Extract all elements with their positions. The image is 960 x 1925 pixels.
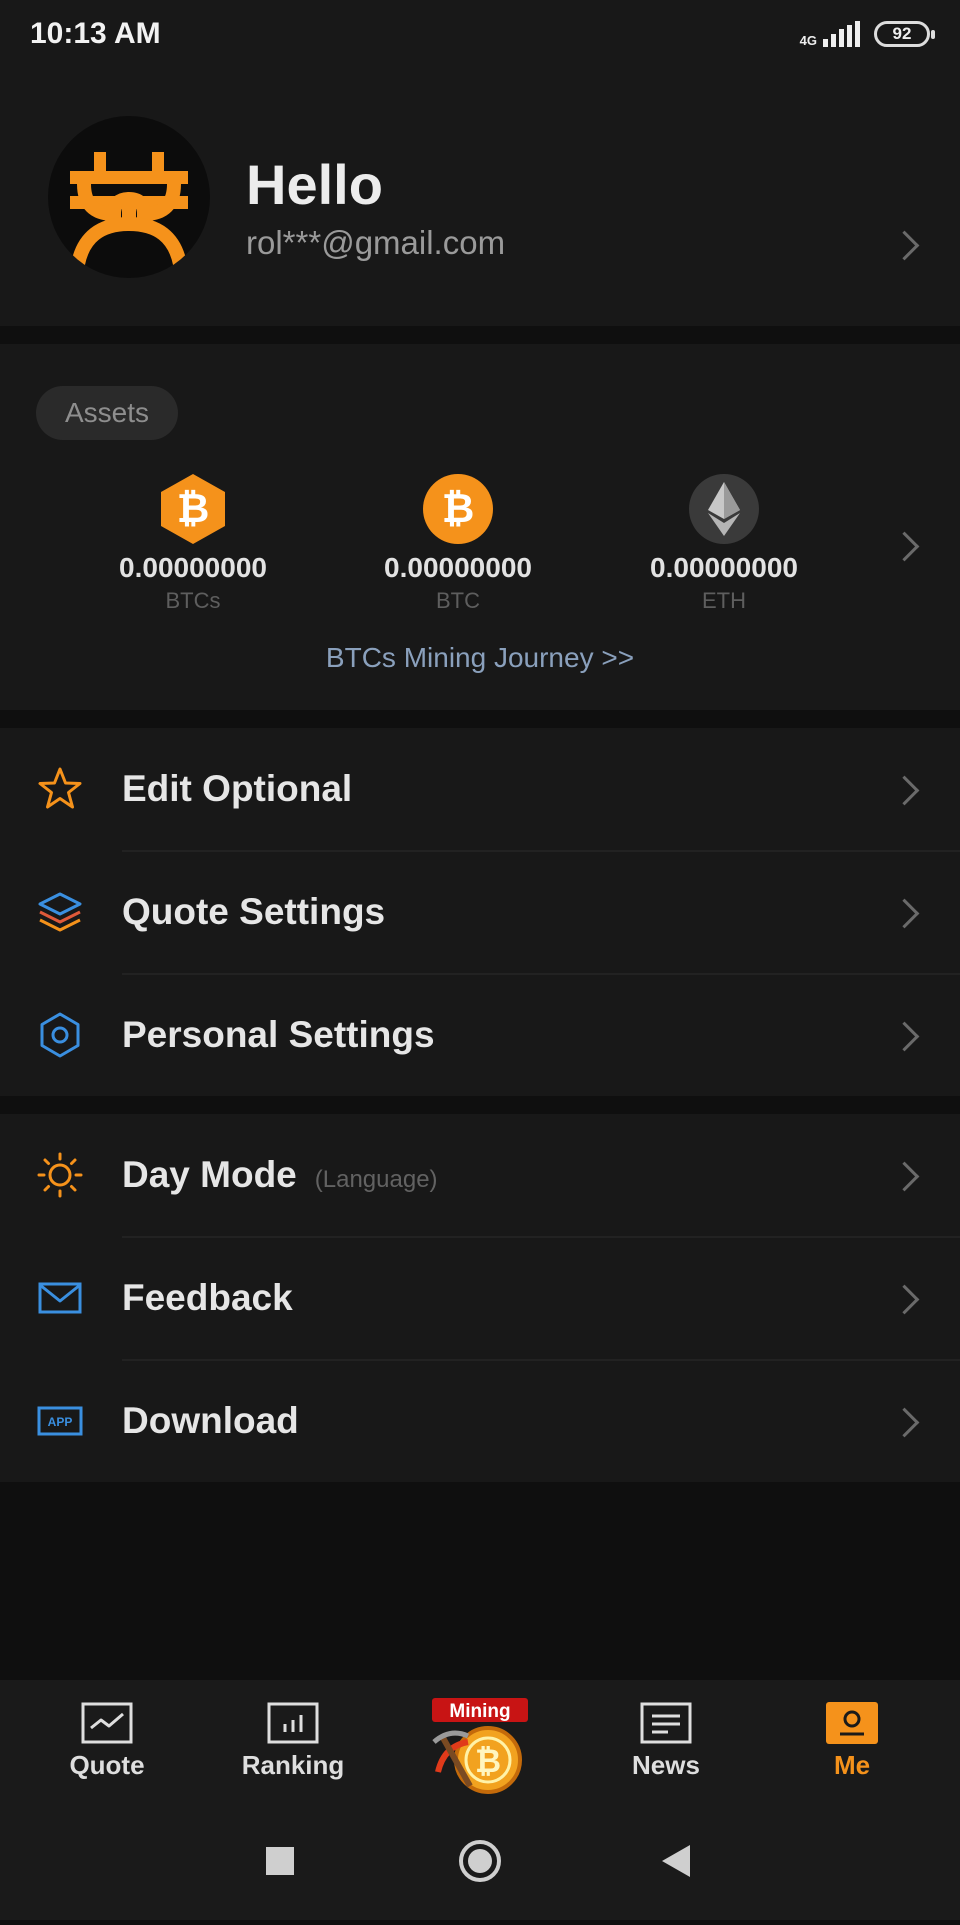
tab-label: Ranking [241,1750,345,1780]
svg-text:Mining: Mining [449,1701,510,1722]
tab-label: Quote [69,1750,145,1780]
chart-line-icon [81,1702,133,1744]
asset-btcs[interactable]: ₿ 0.00000000 BTCs [83,472,303,614]
mining-bitcoin-icon: ₿ Mining [432,1698,528,1794]
asset-symbol: BTCs [165,588,221,613]
menu-group-app: Day Mode (Language) Feedback APP Download [0,1114,960,1482]
asset-symbol: ETH [702,588,746,613]
asset-value: 0.00000000 [119,552,267,583]
asset-value: 0.00000000 [384,552,532,583]
menu-item-label: Feedback [122,1277,293,1318]
menu-item-label: Edit Optional [122,768,353,809]
menu-item-quote-settings[interactable]: Quote Settings [0,851,960,973]
ethereum-icon [689,474,759,544]
asset-value: 0.00000000 [650,552,798,583]
chevron-right-icon [889,1161,920,1192]
bottom-tab-bar: Quote Ranking ₿ Mining News Me [0,1680,960,1805]
language-hint: (Language) [314,1166,438,1193]
chevron-right-icon [889,1284,920,1315]
status-time: 10:13 AM [30,17,161,50]
btcs-hexagon-icon: ₿ [161,474,225,544]
status-bar: 10:13 AM 4G 92 [0,0,960,68]
menu-item-download[interactable]: APP Download [0,1360,960,1482]
assets-pill: Assets [36,386,178,440]
svg-text:APP: APP [48,1415,73,1429]
news-icon [640,1702,692,1744]
menu-item-label: Download [122,1400,299,1441]
chevron-right-icon [889,230,920,261]
layers-icon [38,892,82,932]
menu-item-day-mode[interactable]: Day Mode (Language) [0,1114,960,1236]
chevron-right-icon [889,775,920,806]
assets-pill-label: Assets [64,397,150,428]
mining-journey-link[interactable]: BTCs Mining Journey >> [0,642,960,674]
menu-item-label: Quote Settings [122,891,386,932]
battery-icon: 92 [874,21,935,47]
asset-btc[interactable]: ₿ 0.00000000 BTC [348,472,568,614]
battery-level: 92 [892,24,912,43]
person-icon [826,1702,878,1744]
bitcoin-face-logo-icon [70,152,188,266]
menu-group-settings: Edit Optional Quote Settings Personal Se… [0,728,960,1096]
tab-mining[interactable]: ₿ Mining [390,1680,570,1805]
bitcoin-icon: ₿ [423,474,493,544]
bar-chart-icon [267,1702,319,1744]
profile-header[interactable]: Hello rol***@gmail.com [0,68,960,326]
chevron-right-icon [889,1407,920,1438]
sun-icon [37,1152,83,1198]
asset-eth[interactable]: 0.00000000 ETH [614,472,834,614]
menu-item-feedback[interactable]: Feedback [0,1237,960,1359]
status-indicators: 4G 92 [800,21,935,47]
system-nav-buttons [266,1840,690,1882]
back-icon[interactable] [662,1845,690,1877]
app-icon: APP [37,1406,83,1436]
svg-text:₿: ₿ [177,486,210,532]
menu-item-personal-settings[interactable]: Personal Settings [0,974,960,1096]
network-type: 4G [799,33,817,48]
user-email: rol***@gmail.com [246,224,506,261]
tab-ranking[interactable]: Ranking [203,1680,383,1805]
cellular-signal-icon: 4G [800,21,860,47]
tab-me[interactable]: Me [762,1680,942,1805]
svg-text:₿: ₿ [442,486,475,532]
avatar[interactable] [48,116,210,278]
chevron-right-icon [889,1021,920,1052]
svg-text:₿: ₿ [475,1742,501,1780]
menu-item-edit-optional[interactable]: Edit Optional [0,728,960,850]
menu-item-label: Personal Settings [122,1014,435,1055]
chevron-right-icon [889,898,920,929]
hexagon-settings-icon [40,1012,80,1058]
system-navigation-bar [0,1805,960,1920]
tab-news[interactable]: News [576,1680,756,1805]
tab-quote[interactable]: Quote [17,1680,197,1805]
menu-item-label: Day Mode (Language) [122,1154,438,1196]
envelope-icon [38,1282,82,1314]
assets-card: Assets ₿ 0.00000000 BTCs ₿ 0.00000000 BT… [0,344,960,710]
chevron-right-icon[interactable] [889,531,920,562]
asset-symbol: BTC [436,588,480,613]
greeting: Hello [246,153,383,216]
tab-label: News [632,1750,700,1780]
tab-label: Me [833,1750,871,1780]
recent-apps-icon[interactable] [266,1847,294,1875]
day-mode-label: Day Mode [122,1154,297,1195]
star-icon [38,767,82,809]
